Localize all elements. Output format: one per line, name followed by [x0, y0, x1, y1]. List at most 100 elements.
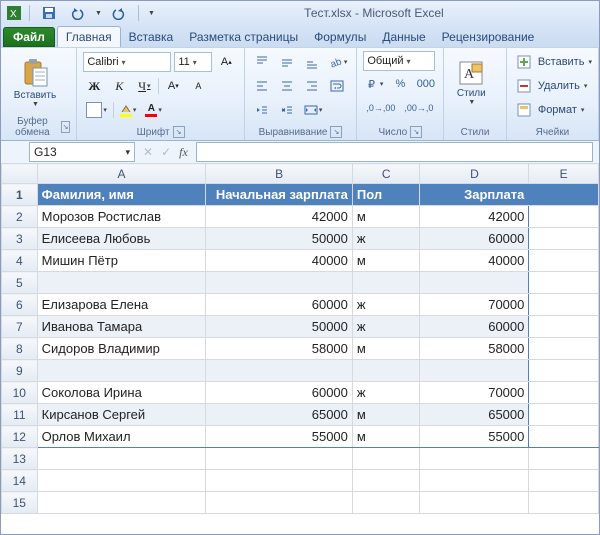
cell-A9[interactable] — [37, 360, 206, 382]
wrap-text-icon[interactable] — [326, 75, 348, 97]
cell-D2[interactable]: 42000 — [420, 206, 529, 228]
cell-D5[interactable] — [420, 272, 529, 294]
cell-A3[interactable]: Елисеева Любовь — [37, 228, 206, 250]
column-header-D[interactable]: D — [420, 164, 529, 184]
merge-center-icon[interactable]: ▾ — [301, 99, 326, 121]
row-header[interactable]: 13 — [2, 448, 38, 470]
cell-C10[interactable]: ж — [352, 382, 420, 404]
cell-D8[interactable]: 58000 — [420, 338, 529, 360]
cell-C5[interactable] — [352, 272, 420, 294]
fill-color-button[interactable]: ▾ — [117, 99, 140, 121]
cell-C12[interactable]: м — [352, 426, 420, 448]
row-header[interactable]: 2 — [2, 206, 38, 228]
font-grow-icon[interactable]: A — [187, 75, 209, 97]
tab-formulas[interactable]: Формулы — [306, 27, 374, 47]
row-header[interactable]: 3 — [2, 228, 38, 250]
cell-A11[interactable]: Кирсанов Сергей — [37, 404, 206, 426]
save-icon[interactable] — [38, 4, 60, 22]
decrease-indent-icon[interactable] — [251, 99, 273, 121]
row-header[interactable]: 6 — [2, 294, 38, 316]
cell-B13[interactable] — [206, 448, 352, 470]
cell-D10[interactable]: 70000 — [420, 382, 529, 404]
undo-icon[interactable] — [66, 4, 88, 22]
row-header[interactable]: 11 — [2, 404, 38, 426]
cell-D4[interactable]: 40000 — [420, 250, 529, 272]
tab-home[interactable]: Главная — [57, 26, 121, 47]
cell-D12[interactable]: 55000 — [420, 426, 529, 448]
enter-icon[interactable]: ✓ — [161, 145, 171, 159]
cell-C3[interactable]: ж — [352, 228, 420, 250]
select-all-corner[interactable] — [2, 164, 38, 184]
qat-customize-dropdown[interactable]: ▼ — [148, 10, 155, 17]
cell-C15[interactable] — [352, 492, 420, 514]
cell-D13[interactable] — [420, 448, 529, 470]
cell-A12[interactable]: Орлов Михаил — [37, 426, 206, 448]
tab-page-layout[interactable]: Разметка страницы — [181, 27, 306, 47]
cell-A1[interactable]: Фамилия, имя — [37, 184, 206, 206]
decrease-decimal-icon[interactable]: ,00→,0 — [401, 97, 436, 119]
cell-C14[interactable] — [352, 470, 420, 492]
cell-C7[interactable]: ж — [352, 316, 420, 338]
cell-B15[interactable] — [206, 492, 352, 514]
font-color-button[interactable]: A▾ — [142, 99, 165, 121]
cell-B2[interactable]: 42000 — [206, 206, 352, 228]
align-middle-icon[interactable] — [276, 51, 298, 73]
underline-button[interactable]: Ч▾ — [133, 75, 155, 97]
column-header-B[interactable]: B — [206, 164, 352, 184]
row-header[interactable]: 12 — [2, 426, 38, 448]
cell-D3[interactable]: 60000 — [420, 228, 529, 250]
number-launcher[interactable]: ↘ — [410, 126, 422, 138]
name-box[interactable]: G13 ▾ — [29, 142, 135, 162]
cell-B6[interactable]: 60000 — [206, 294, 352, 316]
currency-icon[interactable]: ₽▾ — [363, 73, 386, 95]
cell-B12[interactable]: 55000 — [206, 426, 352, 448]
formula-input[interactable] — [196, 142, 593, 162]
cell-B8[interactable]: 58000 — [206, 338, 352, 360]
cell-B10[interactable]: 60000 — [206, 382, 352, 404]
cell-E13[interactable] — [529, 448, 599, 470]
cell-E15[interactable] — [529, 492, 599, 514]
redo-icon[interactable] — [108, 4, 130, 22]
name-box-dropdown[interactable]: ▾ — [125, 147, 130, 158]
cell-E4[interactable] — [529, 250, 599, 272]
column-header-E[interactable]: E — [529, 164, 599, 184]
row-header[interactable]: 10 — [2, 382, 38, 404]
paste-dropdown[interactable]: ▼ — [32, 101, 39, 108]
row-header[interactable]: 1 — [2, 184, 38, 206]
align-center-icon[interactable] — [276, 75, 298, 97]
cell-A7[interactable]: Иванова Тамара — [37, 316, 206, 338]
row-header[interactable]: 5 — [2, 272, 38, 294]
cell-C8[interactable]: м — [352, 338, 420, 360]
cell-E10[interactable] — [529, 382, 599, 404]
align-right-icon[interactable] — [301, 75, 323, 97]
column-header-C[interactable]: C — [352, 164, 420, 184]
cell-B7[interactable]: 50000 — [206, 316, 352, 338]
paste-button[interactable]: Вставить ▼ — [7, 51, 63, 114]
comma-icon[interactable]: 000 — [414, 73, 437, 95]
row-header[interactable]: 9 — [2, 360, 38, 382]
cell-D15[interactable] — [420, 492, 529, 514]
cell-E14[interactable] — [529, 470, 599, 492]
cell-E12[interactable] — [529, 426, 599, 448]
undo-dropdown[interactable]: ▼ — [95, 10, 102, 17]
cell-E8[interactable] — [529, 338, 599, 360]
cell-B11[interactable]: 65000 — [206, 404, 352, 426]
cancel-icon[interactable]: ✕ — [143, 145, 153, 159]
bold-button[interactable]: Ж — [83, 75, 105, 97]
decrease-font-icon[interactable]: A▾ — [162, 75, 184, 97]
align-left-icon[interactable] — [251, 75, 273, 97]
cell-A4[interactable]: Мишин Пётр — [37, 250, 206, 272]
cell-B3[interactable]: 50000 — [206, 228, 352, 250]
row-header[interactable]: 15 — [2, 492, 38, 514]
cell-E11[interactable] — [529, 404, 599, 426]
cell-B1[interactable]: Начальная зарплата — [206, 184, 352, 206]
borders-button[interactable]: ▾ — [83, 99, 110, 121]
insert-cells-button[interactable] — [513, 51, 535, 73]
cell-C9[interactable] — [352, 360, 420, 382]
worksheet-grid[interactable]: ABCDE1Фамилия, имяНачальная зарплатаПолЗ… — [1, 163, 599, 534]
row-header[interactable]: 14 — [2, 470, 38, 492]
row-header[interactable]: 7 — [2, 316, 38, 338]
tab-insert[interactable]: Вставка — [121, 27, 182, 47]
font-size-combo[interactable]: 11▾ — [174, 52, 212, 72]
cell-D6[interactable]: 70000 — [420, 294, 529, 316]
